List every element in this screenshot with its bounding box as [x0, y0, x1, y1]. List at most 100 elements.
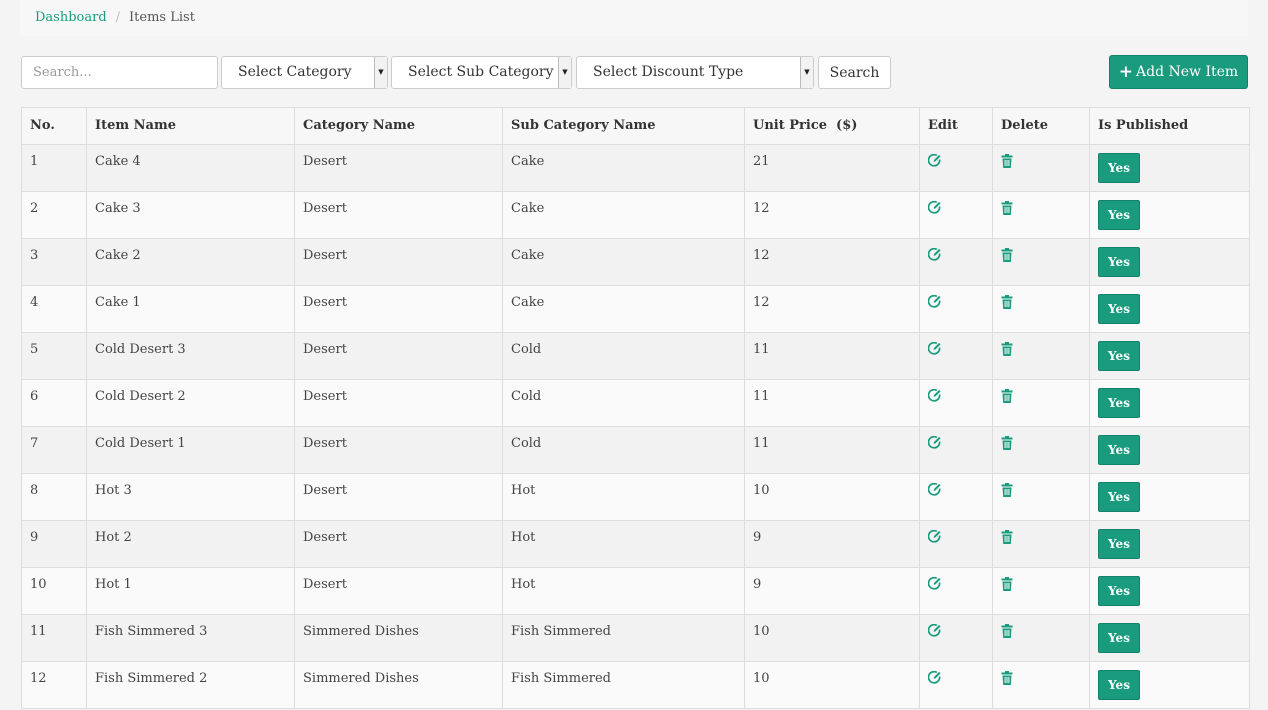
- table-row: 10 Hot 1 Desert Hot 9 Yes: [21, 567, 1250, 615]
- edit-icon[interactable]: [928, 201, 942, 215]
- cell-sub-category-name: Cold: [502, 426, 745, 474]
- edit-icon[interactable]: [928, 624, 942, 638]
- edit-icon[interactable]: [928, 248, 942, 262]
- cell-is-published: Yes: [1089, 379, 1250, 427]
- breadcrumb: Dashboard / Items List: [20, 0, 1248, 36]
- cell-category-name: Simmered Dishes: [294, 661, 503, 709]
- cell-no: 3: [21, 238, 87, 286]
- breadcrumb-current: Items List: [129, 10, 195, 25]
- trash-icon[interactable]: [1001, 201, 1015, 215]
- add-new-item-button[interactable]: + Add New Item: [1109, 55, 1248, 89]
- cell-category-name: Desert: [294, 473, 503, 521]
- published-toggle-button[interactable]: Yes: [1098, 623, 1140, 653]
- category-select-label: Select Category: [238, 64, 352, 80]
- edit-icon[interactable]: [928, 154, 942, 168]
- trash-icon[interactable]: [1001, 624, 1015, 638]
- caret-down-icon: ▼: [800, 57, 813, 88]
- cell-item-name: Cake 1: [86, 285, 295, 333]
- published-toggle-button[interactable]: Yes: [1098, 576, 1140, 606]
- cell-delete: [992, 285, 1090, 333]
- edit-icon[interactable]: [928, 389, 942, 403]
- cell-category-name: Desert: [294, 144, 503, 192]
- search-button[interactable]: Search: [818, 56, 891, 89]
- table-row: 12 Fish Simmered 2 Simmered Dishes Fish Sim…: [21, 661, 1250, 709]
- edit-icon[interactable]: [928, 671, 942, 685]
- header-sub-category-name: Sub Category Name: [502, 107, 745, 145]
- published-toggle-button[interactable]: Yes: [1098, 435, 1140, 465]
- edit-icon[interactable]: [928, 530, 942, 544]
- cell-no: 4: [21, 285, 87, 333]
- header-no: No.: [21, 107, 87, 145]
- cell-sub-category-name: Hot: [502, 567, 745, 615]
- cell-is-published: Yes: [1089, 661, 1250, 709]
- cell-delete: [992, 191, 1090, 239]
- header-edit: Edit: [919, 107, 993, 145]
- edit-icon[interactable]: [928, 483, 942, 497]
- cell-sub-category-name: Fish Simmered: [502, 661, 745, 709]
- trash-icon[interactable]: [1001, 154, 1015, 168]
- cell-is-published: Yes: [1089, 285, 1250, 333]
- cell-item-name: Fish Simmered 3: [86, 614, 295, 662]
- cell-unit-price: 9: [744, 567, 920, 615]
- cell-edit: [919, 238, 993, 286]
- published-toggle-button[interactable]: Yes: [1098, 294, 1140, 324]
- cell-no: 11: [21, 614, 87, 662]
- published-toggle-button[interactable]: Yes: [1098, 247, 1140, 277]
- trash-icon[interactable]: [1001, 577, 1015, 591]
- published-toggle-button[interactable]: Yes: [1098, 482, 1140, 512]
- cell-delete: [992, 614, 1090, 662]
- published-toggle-button[interactable]: Yes: [1098, 388, 1140, 418]
- published-toggle-button[interactable]: Yes: [1098, 341, 1140, 371]
- trash-icon[interactable]: [1001, 389, 1015, 403]
- published-toggle-button[interactable]: Yes: [1098, 153, 1140, 183]
- cell-item-name: Cake 2: [86, 238, 295, 286]
- cell-edit: [919, 661, 993, 709]
- breadcrumb-dashboard-link[interactable]: Dashboard: [35, 10, 107, 25]
- cell-sub-category-name: Hot: [502, 473, 745, 521]
- discount-type-select[interactable]: Select Discount Type ▼: [576, 56, 814, 89]
- sub-category-select[interactable]: Select Sub Category ▼: [391, 56, 572, 89]
- category-select[interactable]: Select Category ▼: [221, 56, 388, 89]
- trash-icon[interactable]: [1001, 342, 1015, 356]
- edit-icon[interactable]: [928, 342, 942, 356]
- edit-icon[interactable]: [928, 295, 942, 309]
- cell-is-published: Yes: [1089, 567, 1250, 615]
- table-row: 9 Hot 2 Desert Hot 9 Yes: [21, 520, 1250, 568]
- table-row: 3 Cake 2 Desert Cake 12 Yes: [21, 238, 1250, 286]
- cell-is-published: Yes: [1089, 191, 1250, 239]
- cell-sub-category-name: Cake: [502, 191, 745, 239]
- cell-edit: [919, 520, 993, 568]
- search-input[interactable]: [21, 56, 218, 89]
- plus-icon: +: [1118, 61, 1134, 82]
- cell-category-name: Desert: [294, 567, 503, 615]
- cell-edit: [919, 332, 993, 380]
- trash-icon[interactable]: [1001, 483, 1015, 497]
- cell-unit-price: 10: [744, 473, 920, 521]
- cell-no: 6: [21, 379, 87, 427]
- cell-edit: [919, 614, 993, 662]
- cell-category-name: Desert: [294, 285, 503, 333]
- cell-category-name: Desert: [294, 379, 503, 427]
- trash-icon[interactable]: [1001, 248, 1015, 262]
- header-unit-price: Unit Price ($): [744, 107, 920, 145]
- cell-item-name: Cold Desert 1: [86, 426, 295, 474]
- cell-is-published: Yes: [1089, 426, 1250, 474]
- edit-icon[interactable]: [928, 577, 942, 591]
- cell-delete: [992, 238, 1090, 286]
- table-row: 7 Cold Desert 1 Desert Cold 11 Yes: [21, 426, 1250, 474]
- trash-icon[interactable]: [1001, 436, 1015, 450]
- cell-unit-price: 11: [744, 426, 920, 474]
- cell-no: 10: [21, 567, 87, 615]
- cell-unit-price: 12: [744, 285, 920, 333]
- trash-icon[interactable]: [1001, 671, 1015, 685]
- trash-icon[interactable]: [1001, 295, 1015, 309]
- trash-icon[interactable]: [1001, 530, 1015, 544]
- cell-category-name: Desert: [294, 426, 503, 474]
- edit-icon[interactable]: [928, 436, 942, 450]
- published-toggle-button[interactable]: Yes: [1098, 670, 1140, 700]
- cell-item-name: Cold Desert 3: [86, 332, 295, 380]
- published-toggle-button[interactable]: Yes: [1098, 200, 1140, 230]
- published-toggle-button[interactable]: Yes: [1098, 529, 1140, 559]
- cell-delete: [992, 520, 1090, 568]
- cell-edit: [919, 426, 993, 474]
